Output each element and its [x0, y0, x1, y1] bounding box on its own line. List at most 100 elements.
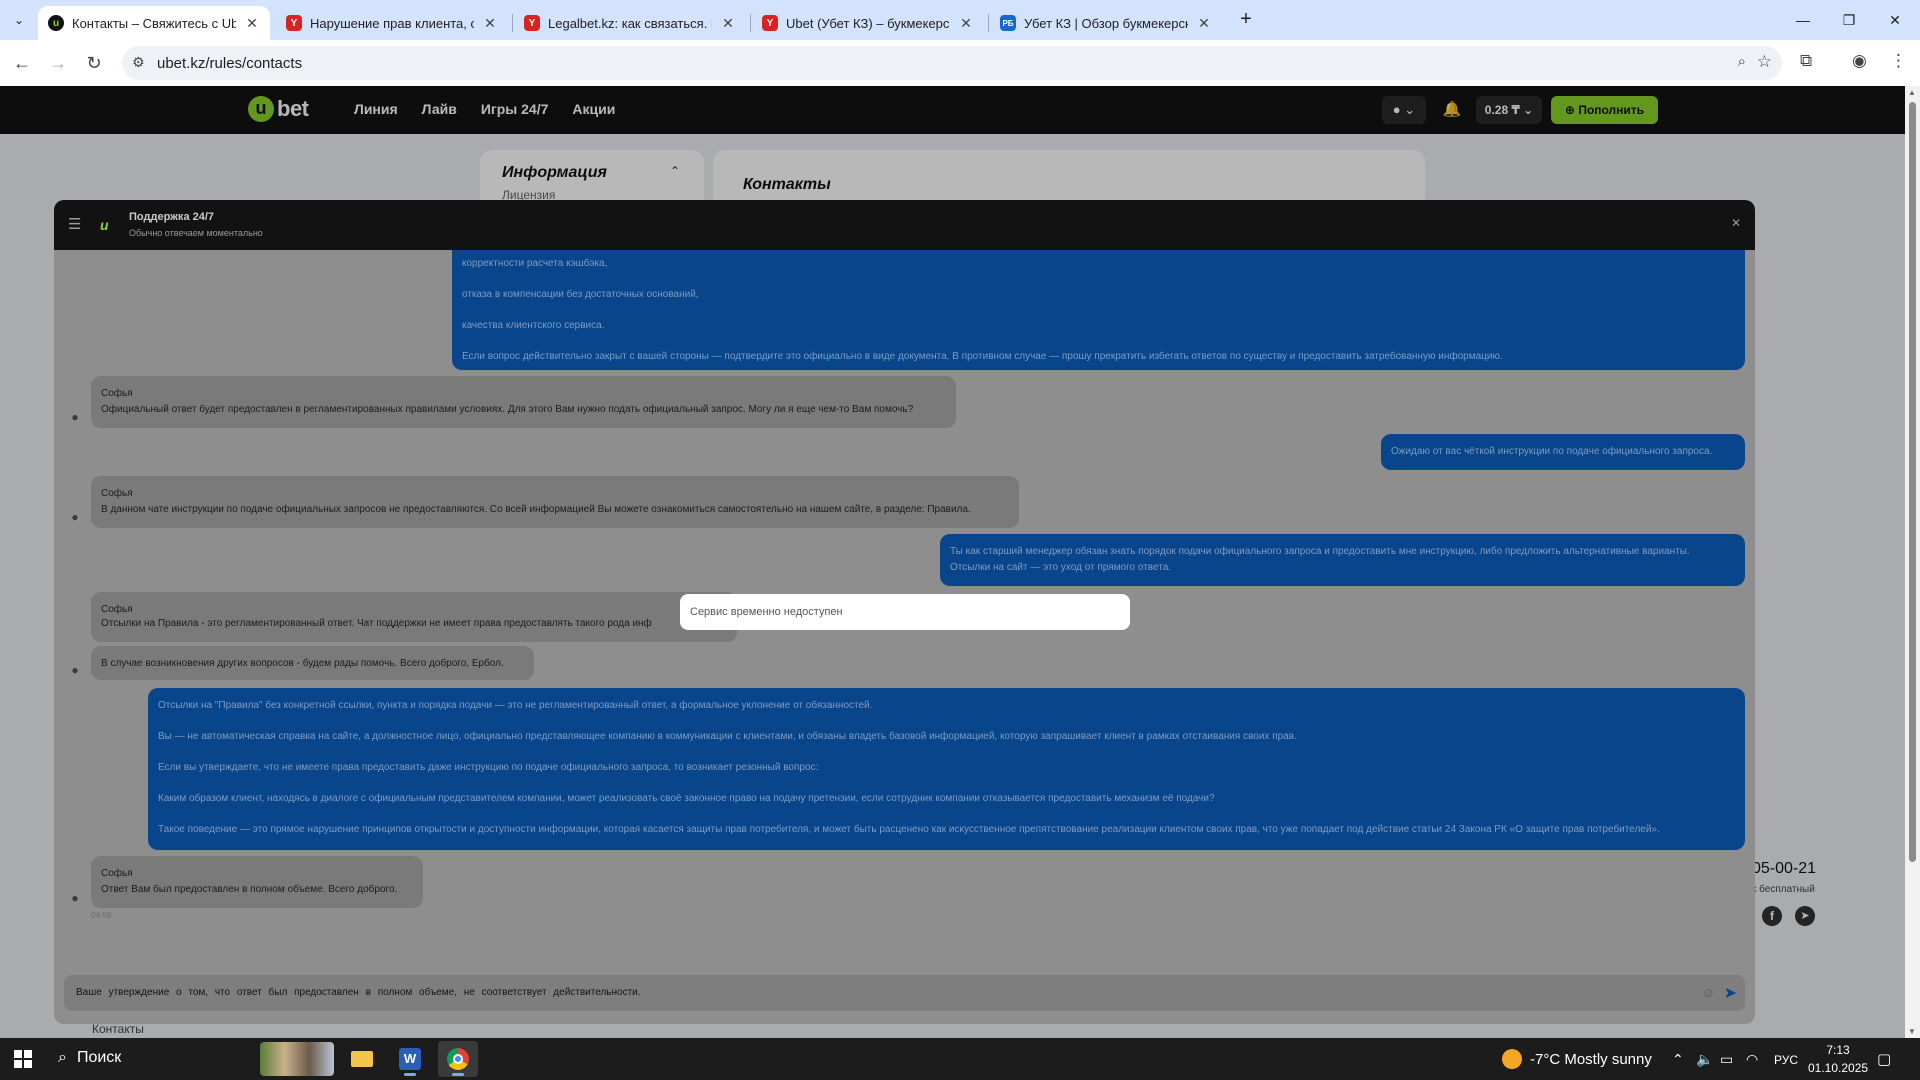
- message-text: В данном чате инструкции по подаче офици…: [101, 504, 971, 515]
- tab-contacts-ubet[interactable]: u Контакты – Свяжитесь с Ubet ✕: [38, 6, 270, 40]
- message-line: Отсылки на сайт — это уход от прямого от…: [950, 562, 1172, 573]
- tab-title: Ubet (Убет КЗ) – букмекерска: [786, 15, 950, 31]
- message-line: качества клиентского сервиса.: [462, 320, 605, 331]
- message-text: В случае возникновения других вопросов -…: [101, 658, 504, 669]
- agent-avatar-icon: ●: [71, 891, 79, 905]
- message-text: Официальный ответ будет предоставлен в р…: [101, 404, 914, 415]
- page-scrollbar[interactable]: ▲ ▼: [1905, 86, 1920, 1038]
- agent-avatar-icon: ●: [71, 663, 79, 677]
- rb-favicon-icon: РБ: [1000, 15, 1016, 31]
- site-info-icon[interactable]: ⚙: [132, 54, 145, 71]
- new-tab-button[interactable]: +: [1234, 8, 1258, 32]
- close-window-button[interactable]: ✕: [1872, 6, 1918, 34]
- tab-title: Нарушение прав клиента, отк: [310, 15, 474, 31]
- message-author: Софья: [101, 388, 133, 399]
- support-chat-window: ☰ u Поддержка 24/7 Обычно отвечаем момен…: [54, 200, 1755, 1024]
- taskbar-clock[interactable]: 7:13 01.10.2025: [1808, 1041, 1868, 1077]
- scroll-thumb[interactable]: [1909, 102, 1916, 862]
- forward-arrow-icon[interactable]: →: [46, 51, 70, 75]
- message-incoming: Софья Отсылки на Правила - это регламент…: [91, 592, 737, 642]
- message-line: Если вы утверждаете, что не имеете права…: [158, 762, 819, 773]
- message-line: Если вопрос действительно закрыт с вашей…: [462, 351, 1503, 362]
- tab-separator: [750, 14, 751, 32]
- back-arrow-icon[interactable]: ←: [10, 51, 34, 75]
- url-text[interactable]: ubet.kz/rules/contacts: [157, 55, 302, 72]
- chat-input-value[interactable]: Ваше утверждение о том, что ответ был пр…: [76, 987, 641, 998]
- tab-legalbet[interactable]: Y Legalbet.kz: как связаться. Кон ✕: [514, 6, 746, 40]
- message-author: Софья: [101, 604, 133, 615]
- message-incoming: Софья В данном чате инструкции по подаче…: [91, 476, 1019, 528]
- message-author: Софья: [101, 868, 133, 879]
- more-menu-icon[interactable]: ⋮: [1890, 51, 1907, 71]
- tab-ubet-overview[interactable]: РБ Убет КЗ | Обзор букмекерской ✕: [990, 6, 1222, 40]
- close-chat-icon[interactable]: ✕: [1731, 216, 1741, 230]
- message-incoming: В случае возникновения других вопросов -…: [91, 646, 534, 680]
- toast-text: Сервис временно недоступен: [690, 606, 843, 618]
- close-tab-icon[interactable]: ✕: [720, 15, 736, 32]
- message-outgoing: Ожидаю от вас чёткой инструкции по подач…: [1381, 434, 1745, 470]
- message-line: Вы — не автоматическая справка на сайте,…: [158, 731, 1297, 742]
- tab-title: Legalbet.kz: как связаться. Кон: [548, 15, 712, 31]
- tab-ubet-review[interactable]: Y Ubet (Убет КЗ) – букмекерска ✕: [752, 6, 984, 40]
- clock-time: 7:13: [1826, 1043, 1850, 1057]
- chat-subtitle: Обычно отвечаем моментально: [129, 228, 263, 238]
- weather-widget[interactable]: -7°C Mostly sunny: [1502, 1049, 1652, 1069]
- tab-search-menu-icon[interactable]: ⌄: [8, 9, 30, 31]
- word-button[interactable]: W: [390, 1041, 430, 1077]
- close-tab-icon[interactable]: ✕: [1196, 15, 1212, 32]
- file-explorer-button[interactable]: [342, 1041, 382, 1077]
- battery-icon[interactable]: ▭: [1720, 1051, 1733, 1068]
- zoom-icon[interactable]: ⌕: [1738, 53, 1746, 70]
- close-tab-icon[interactable]: ✕: [958, 15, 974, 32]
- tab-separator: [512, 14, 513, 32]
- bookmark-star-icon[interactable]: ☆: [1757, 52, 1772, 72]
- browser-toolbar: ← → ↻ ⚙ ubet.kz/rules/contacts ⌕ ☆ ⧉ ◉ ⋮: [0, 40, 1920, 86]
- ubet-mini-logo-icon: u: [100, 217, 109, 233]
- chrome-button[interactable]: [438, 1041, 478, 1077]
- restore-button[interactable]: ❐: [1826, 6, 1872, 34]
- tab-title: Убет КЗ | Обзор букмекерской: [1024, 15, 1188, 31]
- chevron-up-icon[interactable]: ⌃: [1672, 1051, 1684, 1068]
- message-line: Ты как старший менеджер обязан знать пор…: [950, 546, 1690, 557]
- tab-complaint[interactable]: Y Нарушение прав клиента, отк ✕: [276, 6, 508, 40]
- language-indicator[interactable]: РУС: [1774, 1053, 1798, 1067]
- close-tab-icon[interactable]: ✕: [244, 15, 260, 32]
- message-author: Софья: [101, 488, 133, 499]
- running-indicator: [404, 1073, 416, 1076]
- profile-icon[interactable]: ◉: [1852, 51, 1867, 71]
- extensions-icon[interactable]: ⧉: [1800, 51, 1812, 71]
- reload-icon[interactable]: ↻: [82, 51, 106, 75]
- scroll-down-icon[interactable]: ▼: [1908, 1027, 1916, 1036]
- chrome-icon: [447, 1048, 469, 1070]
- message-outgoing: Отсылки на "Правила" без конкретной ссыл…: [148, 688, 1745, 850]
- clock-date: 01.10.2025: [1808, 1061, 1869, 1075]
- message-line: Каким образом клиент, находясь в диалоге…: [158, 793, 1215, 804]
- chat-message-input[interactable]: Ваше утверждение о том, что ответ был пр…: [64, 975, 1745, 1011]
- message-line: Отсылки на "Правила" без конкретной ссыл…: [158, 700, 873, 711]
- notifications-icon[interactable]: ▢: [1877, 1050, 1891, 1068]
- scroll-up-icon[interactable]: ▲: [1908, 88, 1916, 97]
- taskbar-search[interactable]: ⌕ Поиск: [58, 1049, 121, 1067]
- minimize-button[interactable]: —: [1780, 6, 1826, 34]
- search-highlight-image[interactable]: [260, 1042, 334, 1076]
- sun-cloud-icon: [1502, 1049, 1522, 1069]
- volume-icon[interactable]: 🔈: [1696, 1051, 1713, 1068]
- message-timestamp: 04:58: [91, 911, 112, 920]
- send-icon[interactable]: ➤: [1724, 983, 1737, 1003]
- tab-separator: [988, 14, 989, 32]
- service-unavailable-toast: Сервис временно недоступен: [680, 594, 1130, 630]
- message-outgoing: корректности расчета кэшбэка, отказа в к…: [452, 250, 1745, 370]
- wifi-icon[interactable]: ◠: [1746, 1051, 1758, 1068]
- message-outgoing: Ты как старший менеджер обязан знать пор…: [940, 534, 1745, 586]
- word-icon: W: [399, 1048, 421, 1070]
- running-indicator: [452, 1073, 464, 1076]
- hamburger-menu-icon[interactable]: ☰: [68, 215, 81, 233]
- emoji-icon[interactable]: ☺: [1702, 985, 1715, 1000]
- windows-start-icon[interactable]: [14, 1050, 32, 1068]
- weather-text: -7°C Mostly sunny: [1530, 1050, 1652, 1068]
- close-tab-icon[interactable]: ✕: [482, 15, 498, 32]
- address-bar[interactable]: ⚙ ubet.kz/rules/contacts ⌕ ☆: [122, 46, 1782, 80]
- message-text: Отсылки на Правила - это регламентирован…: [101, 618, 652, 629]
- message-line: корректности расчета кэшбэка,: [462, 258, 608, 269]
- message-text: Ожидаю от вас чёткой инструкции по подач…: [1391, 446, 1713, 457]
